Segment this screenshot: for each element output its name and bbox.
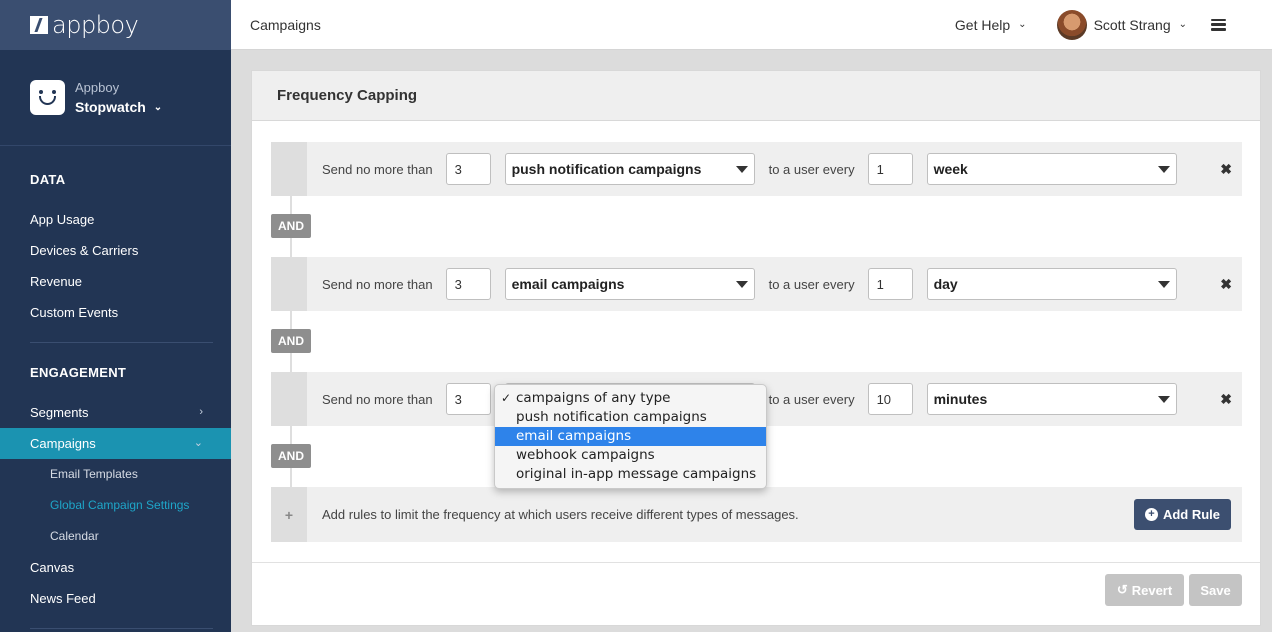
- user-menu[interactable]: Scott Strang ⌄: [1094, 17, 1187, 33]
- rule-prefix-label: Send no more than: [322, 391, 433, 407]
- drag-handle[interactable]: [271, 257, 307, 311]
- caret-down-icon: [1157, 396, 1170, 403]
- dropdown-option[interactable]: original in-app message campaigns: [495, 465, 766, 484]
- sidebar-item-revenue[interactable]: Revenue: [0, 266, 231, 297]
- sidebar-item-canvas[interactable]: Canvas: [0, 552, 231, 583]
- caret-down-icon: [1157, 166, 1170, 173]
- checkmark-icon: ✓: [501, 391, 512, 405]
- get-help-menu[interactable]: Get Help ⌄: [955, 17, 1027, 33]
- sidebar-item-campaigns[interactable]: Campaigns ⌄: [0, 428, 231, 459]
- rule-row: Send no more than 3 email campaigns to a…: [271, 257, 1242, 311]
- rule-row: Send no more than 3 push notification ca…: [271, 142, 1242, 196]
- chevron-down-icon: ⌄: [153, 101, 163, 113]
- and-badge: AND: [271, 444, 311, 468]
- logo-bar[interactable]: appboy: [0, 0, 231, 50]
- app-name[interactable]: Stopwatch ⌄: [75, 99, 162, 115]
- drag-handle[interactable]: [271, 372, 307, 426]
- campaign-type-dropdown: ✓ campaigns of any type push notification…: [494, 384, 767, 489]
- connector-line: [290, 311, 292, 330]
- appboy-logo-icon: [30, 16, 48, 34]
- interval-unit-select[interactable]: minutes: [926, 383, 1177, 415]
- rule-prefix-label: Send no more than: [322, 276, 433, 292]
- app-smiley-icon: [30, 80, 65, 115]
- hamburger-menu-icon[interactable]: [1211, 18, 1226, 31]
- save-button[interactable]: Save: [1189, 574, 1242, 606]
- campaign-type-select[interactable]: email campaigns: [504, 268, 755, 300]
- chevron-down-icon: ⌄: [1178, 19, 1187, 30]
- chevron-down-icon: ⌄: [193, 437, 203, 449]
- caret-down-icon: [735, 166, 748, 173]
- sidebar-subitem-global-campaign-settings[interactable]: Global Campaign Settings: [0, 490, 231, 521]
- remove-rule-icon[interactable]: ✖: [1220, 161, 1232, 178]
- count-input[interactable]: 3: [445, 153, 491, 185]
- panel-title: Frequency Capping: [252, 71, 1260, 121]
- rule-middle-label: to a user every: [768, 391, 855, 407]
- interval-input[interactable]: 1: [867, 268, 913, 300]
- connector-line: [290, 353, 292, 372]
- dropdown-option[interactable]: webhook campaigns: [495, 446, 766, 465]
- interval-input[interactable]: 1: [867, 153, 913, 185]
- footer-divider: [252, 562, 1260, 563]
- chevron-down-icon: ⌄: [1018, 19, 1027, 30]
- and-badge: AND: [271, 214, 311, 238]
- connector-line: [290, 468, 292, 487]
- sidebar: appboy Appboy Stopwatch ⌄ DATA App Usage …: [0, 0, 231, 632]
- revert-button[interactable]: ↺ Revert: [1105, 574, 1184, 606]
- sidebar-item-segments[interactable]: Segments ›: [0, 397, 231, 428]
- app-org: Appboy: [75, 80, 120, 95]
- dropdown-option[interactable]: email campaigns: [495, 427, 766, 446]
- add-rule-button[interactable]: + Add Rule: [1133, 499, 1231, 530]
- nav-divider: [30, 628, 213, 629]
- caret-down-icon: [1157, 281, 1170, 288]
- sidebar-item-news-feed[interactable]: News Feed: [0, 583, 231, 614]
- interval-input[interactable]: 10: [867, 383, 913, 415]
- count-input[interactable]: 3: [445, 268, 491, 300]
- add-rule-description: Add rules to limit the frequency at whic…: [322, 507, 799, 522]
- avatar[interactable]: [1056, 9, 1087, 40]
- logo-text: appboy: [52, 11, 139, 39]
- app-switcher[interactable]: Appboy Stopwatch ⌄: [0, 50, 231, 146]
- campaign-type-select[interactable]: push notification campaigns: [504, 153, 755, 185]
- sidebar-item-devices-carriers[interactable]: Devices & Carriers: [0, 235, 231, 266]
- connector-line: [290, 196, 292, 215]
- add-rule-row: + Add rules to limit the frequency at wh…: [271, 487, 1242, 542]
- drag-handle[interactable]: [271, 142, 307, 196]
- sidebar-item-app-usage[interactable]: App Usage: [0, 204, 231, 235]
- page-title: Campaigns: [250, 16, 321, 33]
- caret-down-icon: [735, 281, 748, 288]
- interval-unit-select[interactable]: week: [926, 153, 1177, 185]
- remove-rule-icon[interactable]: ✖: [1220, 391, 1232, 408]
- count-input[interactable]: 3: [445, 383, 491, 415]
- rule-prefix-label: Send no more than: [322, 161, 433, 177]
- sidebar-subitem-email-templates[interactable]: Email Templates: [0, 459, 231, 490]
- rule-middle-label: to a user every: [768, 276, 855, 292]
- sidebar-subitem-calendar[interactable]: Calendar: [0, 521, 231, 552]
- nav-header-data: DATA: [30, 172, 66, 187]
- undo-icon: ↺: [1116, 582, 1128, 597]
- sidebar-item-custom-events[interactable]: Custom Events: [0, 297, 231, 328]
- frequency-capping-panel: Frequency Capping Send no more than 3 pu…: [251, 70, 1261, 626]
- dropdown-option[interactable]: ✓ campaigns of any type: [495, 389, 766, 408]
- top-bar: Campaigns Get Help ⌄ Scott Strang ⌄: [231, 0, 1272, 50]
- connector-line: [290, 238, 292, 257]
- plus-icon[interactable]: +: [271, 487, 307, 542]
- rule-middle-label: to a user every: [768, 161, 855, 177]
- interval-unit-select[interactable]: day: [926, 268, 1177, 300]
- connector-line: [290, 426, 292, 445]
- chevron-right-icon: ›: [199, 406, 203, 418]
- plus-circle-icon: +: [1144, 508, 1158, 521]
- and-badge: AND: [271, 329, 311, 353]
- dropdown-option[interactable]: push notification campaigns: [495, 408, 766, 427]
- nav-header-engagement: ENGAGEMENT: [30, 365, 127, 380]
- remove-rule-icon[interactable]: ✖: [1220, 276, 1232, 293]
